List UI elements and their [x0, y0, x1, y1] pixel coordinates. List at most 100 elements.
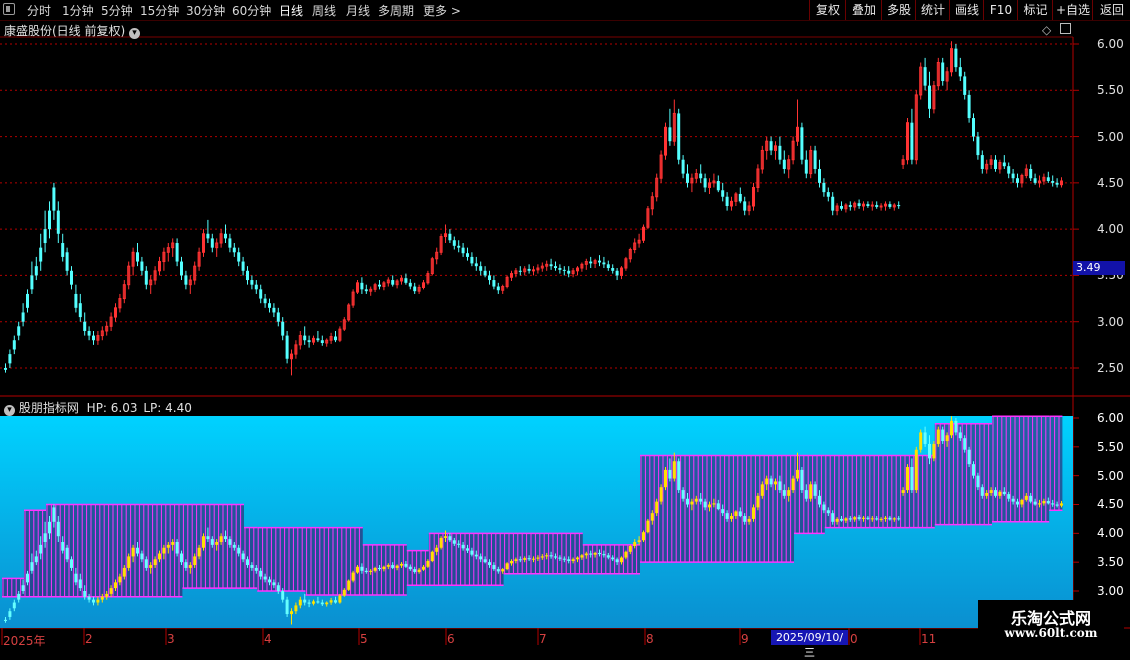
chevron-down-icon[interactable]: ▾ — [129, 28, 141, 39]
candle-body — [699, 173, 703, 179]
ind-candle-body — [87, 596, 91, 600]
candle-body — [488, 275, 491, 281]
ind-candle-body — [681, 490, 685, 499]
ind-candle-body — [936, 429, 940, 444]
ind-candle-body — [127, 556, 131, 568]
ind-candle-body — [826, 510, 830, 514]
ind-candle-body — [206, 536, 210, 540]
candle-body — [12, 340, 16, 350]
candle-body — [1046, 177, 1050, 182]
candle-body — [492, 280, 496, 287]
ind-candle-body — [158, 553, 161, 560]
ind-candle-body — [294, 605, 298, 612]
ind-candle-body — [136, 547, 139, 554]
candle-body — [958, 67, 962, 77]
candle-body — [87, 330, 91, 336]
candle-body — [4, 368, 7, 370]
ind-candle-body — [470, 550, 474, 555]
ind-candle-body — [391, 565, 395, 568]
candle-body — [562, 269, 566, 271]
ind-candle-body — [980, 487, 984, 496]
ind-candle-body — [593, 552, 597, 555]
ind-candle-body — [589, 553, 593, 555]
candle-body — [466, 253, 469, 257]
ind-candle-body — [910, 467, 914, 491]
ind-candle-body — [496, 569, 500, 572]
candle-body — [206, 233, 210, 239]
candle-body — [285, 335, 289, 359]
candle-body — [70, 270, 73, 285]
candle-body — [677, 113, 681, 160]
candle-body — [39, 247, 43, 262]
candle-body — [941, 62, 945, 82]
x-month-label: 0 — [850, 632, 858, 646]
ind-candle-body — [219, 536, 223, 542]
ind-candle-body — [1029, 495, 1033, 502]
ind-candle-body — [78, 579, 82, 589]
ind-candle-body — [549, 555, 553, 557]
candle-body — [1002, 162, 1006, 167]
ind-candle-body — [12, 602, 16, 609]
ind-candle-body — [901, 490, 905, 493]
candle-body — [461, 247, 465, 254]
ind-candle-body — [347, 580, 351, 590]
chevron-down-icon[interactable]: ▾ — [4, 405, 15, 416]
kline-chart[interactable] — [0, 0, 1130, 650]
candle-body — [804, 159, 808, 174]
band-area — [1049, 416, 1063, 511]
ind-candle-body — [919, 432, 923, 450]
ind-candle-body — [320, 602, 324, 605]
ind-candle-body — [998, 491, 1002, 496]
ind-candle-body — [716, 503, 720, 510]
watermark: 乐淘公式网 www.60lt.com — [978, 600, 1124, 644]
ind-candle-body — [413, 569, 417, 572]
candle-body — [272, 307, 276, 313]
ind-candle-body — [862, 517, 865, 519]
ind-candle-body — [796, 469, 799, 479]
ind-candle-body — [30, 562, 34, 571]
ind-candle-body — [620, 557, 623, 563]
ind-candle-body — [92, 599, 95, 603]
hp-value: HP: 6.03 — [86, 401, 138, 415]
candle-body — [721, 190, 725, 197]
ind-candle-body — [567, 559, 571, 562]
candle-body — [237, 252, 241, 262]
ind-candle-body — [166, 544, 170, 548]
candle-body — [738, 193, 742, 202]
ind-candle-body — [989, 490, 993, 493]
ind-candle-body — [1024, 495, 1028, 500]
main-y-tick: 4.50 — [1097, 176, 1124, 190]
x-month-label: 11 — [921, 632, 937, 646]
candle-body — [48, 210, 51, 230]
current-price-tag: 3.49 — [1073, 261, 1125, 275]
ind-candle-body — [958, 432, 962, 439]
candle-body — [246, 270, 249, 281]
ind-candle-body — [254, 567, 258, 571]
ind-candle-body — [514, 559, 518, 562]
ind-candle-body — [144, 559, 148, 568]
candle-body — [1055, 182, 1059, 185]
candle-body — [866, 204, 870, 206]
ind-candle-body — [492, 565, 496, 570]
ind-candle-body — [417, 569, 421, 572]
candle-body — [457, 245, 461, 248]
ind-candle-body — [83, 591, 87, 597]
candle-body — [954, 48, 958, 68]
band-area — [666, 455, 794, 563]
panel-layout-icon[interactable] — [1060, 23, 1071, 34]
diamond-icon[interactable]: ◇ — [1042, 23, 1051, 37]
ind-candle-body — [215, 541, 219, 545]
ind-candle-body — [580, 555, 584, 558]
candle-body — [980, 155, 984, 169]
candle-body — [74, 293, 78, 308]
ind-candle-body — [70, 559, 73, 568]
candle-body — [615, 270, 619, 276]
ind-candle-body — [56, 521, 60, 537]
ind-candle-body — [738, 511, 742, 517]
candle-body — [263, 298, 267, 304]
ind-candle-body — [149, 565, 153, 568]
ind-candle-body — [642, 532, 645, 541]
ind-candle-body — [466, 548, 469, 551]
candle-body — [1033, 178, 1037, 183]
ind-candle-body — [686, 498, 689, 505]
